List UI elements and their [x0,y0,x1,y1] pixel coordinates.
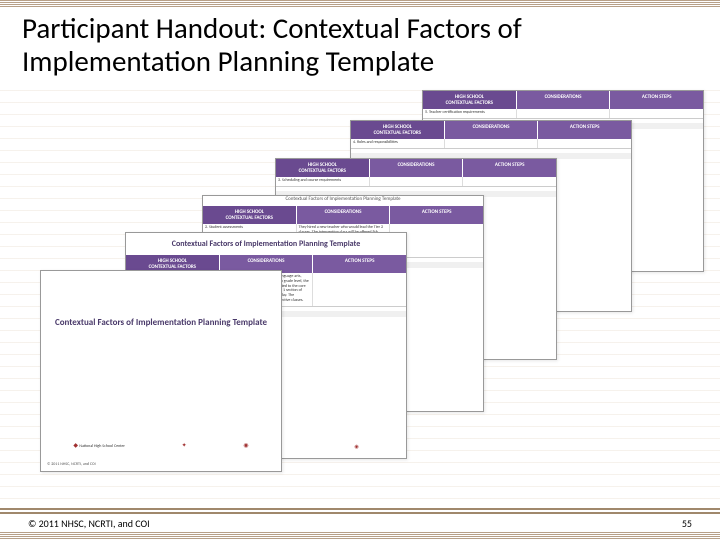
logo-icon: ✦ [182,441,187,449]
cover-footer: © 2011 NHSC, NCRTI, and COI [47,462,96,467]
cover-title: Contextual Factors of Implementation Pla… [41,311,281,334]
page-doc-title: Contextual Factors of Implementation Pla… [126,233,406,255]
logo-icon: ◉ [243,441,248,449]
slide-copyright: © 2011 NHSC, NCRTI, and COI [28,517,150,530]
logo-icon: ◉ [354,444,358,450]
template-preview-stack: HIGH SCHOOLCONTEXTUAL FACTORS CONSIDERAT… [20,90,700,500]
template-cover-page: Contextual Factors of Implementation Pla… [40,270,282,472]
table-header-row: HIGH SCHOOLCONTEXTUAL FACTORS CONSIDERAT… [351,121,631,139]
table-row: 4. Roles and responsibilities [351,139,631,149]
decorative-bottom-stripes-lower [0,532,720,540]
decorative-bottom-stripes-upper [0,508,720,516]
slide-title: Participant Handout: Contextual Factors … [22,12,700,79]
slide-page-number: 55 [682,517,692,530]
table-row: 3. Scheduling and course requirements [276,177,556,187]
table-header-row: HIGH SCHOOLCONTEXTUAL FACTORS CONSIDERAT… [276,159,556,177]
table-header-row: HIGH SCHOOLCONTEXTUAL FACTORS CONSIDERAT… [423,91,703,109]
logo-icon: ◆ National High School Center [73,441,124,449]
decorative-top-stripes [0,0,720,8]
table-row: 5. Teacher certification requirements [423,109,703,119]
cover-logos-row: ◆ National High School Center ✦ ◉ [41,437,281,453]
table-header-row: HIGH SCHOOLCONTEXTUAL FACTORS CONSIDERAT… [203,206,483,224]
page-subtitle: Contextual Factors of Implementation Pla… [203,196,483,206]
